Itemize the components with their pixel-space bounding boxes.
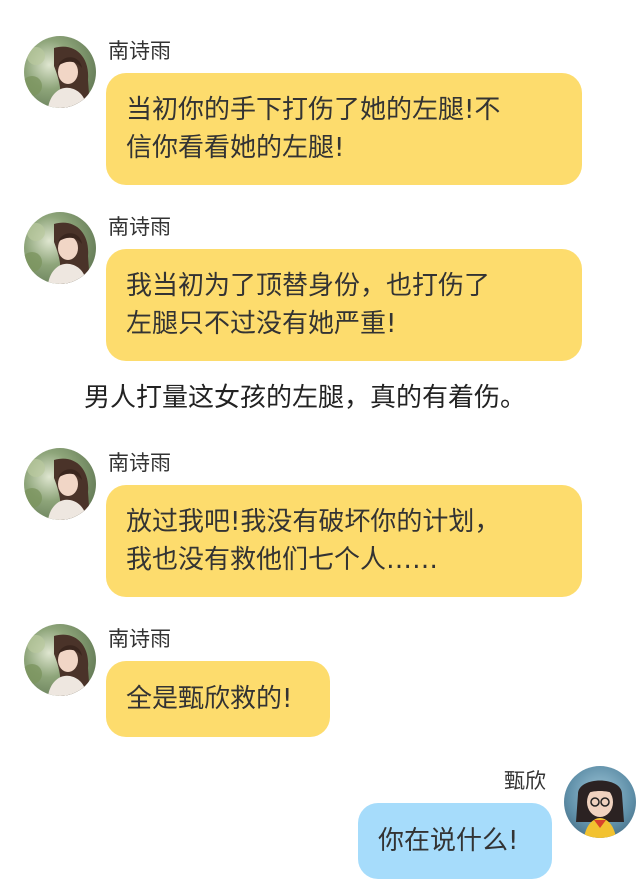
girl-avatar-icon[interactable] [564, 766, 636, 838]
girl-avatar-icon[interactable] [24, 448, 96, 520]
narration-text: 男人打量这女孩的左腿，真的有着伤。 [84, 383, 527, 413]
sender-name: 南诗雨 [108, 215, 171, 239]
girl-avatar-icon[interactable] [24, 36, 96, 108]
girl-avatar-icon[interactable] [24, 624, 96, 696]
message-bubble[interactable]: 放过我吧!我没有破坏你的计划， 我也没有救他们七个人…… [106, 485, 582, 597]
message-bubble[interactable]: 我当初为了顶替身份，也打伤了 左腿只不过没有她严重! [106, 249, 582, 361]
message-bubble[interactable]: 你在说什么! [358, 803, 552, 879]
sender-name: 南诗雨 [108, 39, 171, 63]
sender-name: 甄欣 [504, 769, 546, 793]
message-bubble[interactable]: 全是甄欣救的! [106, 661, 330, 737]
sender-name: 南诗雨 [108, 451, 171, 475]
sender-name: 南诗雨 [108, 627, 171, 651]
girl-avatar-icon[interactable] [24, 212, 96, 284]
message-bubble[interactable]: 当初你的手下打伤了她的左腿!不 信你看看她的左腿! [106, 73, 582, 185]
